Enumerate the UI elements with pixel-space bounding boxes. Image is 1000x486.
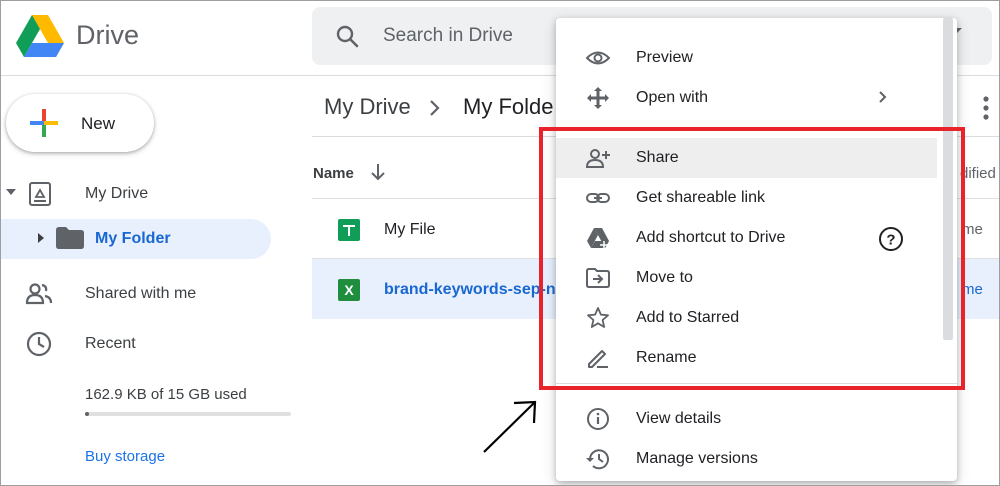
more-options-icon[interactable]: [982, 94, 990, 122]
eye-icon: [586, 51, 610, 65]
menu-item-label: View details: [636, 410, 722, 427]
breadcrumb-current-folder[interactable]: My Folde: [463, 94, 553, 120]
new-button-label: New: [81, 114, 116, 133]
menu-item-preview[interactable]: Preview: [556, 38, 937, 78]
menu-item-open-with[interactable]: Open with: [556, 78, 937, 118]
menu-item-label: Preview: [636, 49, 693, 66]
file-name[interactable]: brand-keywords-sep-no: [384, 281, 556, 299]
column-header-name[interactable]: Name: [313, 165, 354, 182]
drive-logo-icon[interactable]: [16, 15, 64, 57]
sidebar-item-my-folder[interactable]: My Folder: [0, 219, 271, 259]
excel-file-icon: X: [338, 279, 360, 301]
sidebar-item-my-drive[interactable]: My Drive: [85, 185, 148, 203]
file-owner: me: [962, 281, 983, 298]
my-drive-icon: [29, 182, 51, 206]
new-button[interactable]: New: [6, 94, 154, 152]
search-input[interactable]: Search in Drive: [383, 25, 513, 47]
sidebar-item-shared-with-me[interactable]: Shared with me: [85, 285, 196, 303]
storage-usage-text: 162.9 KB of 15 GB used: [85, 386, 247, 403]
clock-icon: [26, 331, 52, 357]
shared-people-icon: [25, 283, 53, 305]
column-header-last-modified[interactable]: dified: [960, 165, 996, 182]
breadcrumb-my-drive[interactable]: My Drive: [324, 94, 411, 120]
storage-progress-bar: [85, 412, 291, 416]
history-icon: [586, 449, 609, 470]
menu-item-label: Manage versions: [636, 450, 758, 467]
buy-storage-link[interactable]: Buy storage: [85, 448, 165, 465]
file-owner: me: [962, 221, 983, 238]
submenu-chevron-icon: [879, 91, 887, 103]
folder-icon: [56, 227, 84, 249]
storage-progress-fill: [85, 412, 90, 416]
menu-item-view-details[interactable]: View details: [556, 399, 937, 439]
breadcrumb-chevron-icon: [430, 100, 440, 116]
sort-arrow-down-icon[interactable]: [369, 162, 387, 182]
expand-my-drive-icon[interactable]: [6, 189, 16, 195]
search-icon[interactable]: [335, 24, 359, 48]
app-title[interactable]: Drive: [76, 20, 139, 51]
plus-icon: [30, 109, 58, 137]
pointer-arrow-icon: [483, 400, 537, 453]
sidebar-item-recent[interactable]: Recent: [85, 335, 136, 353]
menu-item-manage-versions[interactable]: Manage versions: [556, 439, 937, 479]
open-with-icon: [587, 87, 609, 109]
info-icon: [587, 408, 609, 430]
svg-text:X: X: [344, 282, 354, 298]
google-sheets-icon: [338, 219, 360, 241]
expand-folder-icon[interactable]: [38, 233, 44, 243]
file-name[interactable]: My File: [384, 221, 436, 239]
menu-item-label: Open with: [636, 89, 709, 106]
sidebar-item-label: My Folder: [95, 230, 171, 247]
highlight-box: [539, 127, 965, 390]
